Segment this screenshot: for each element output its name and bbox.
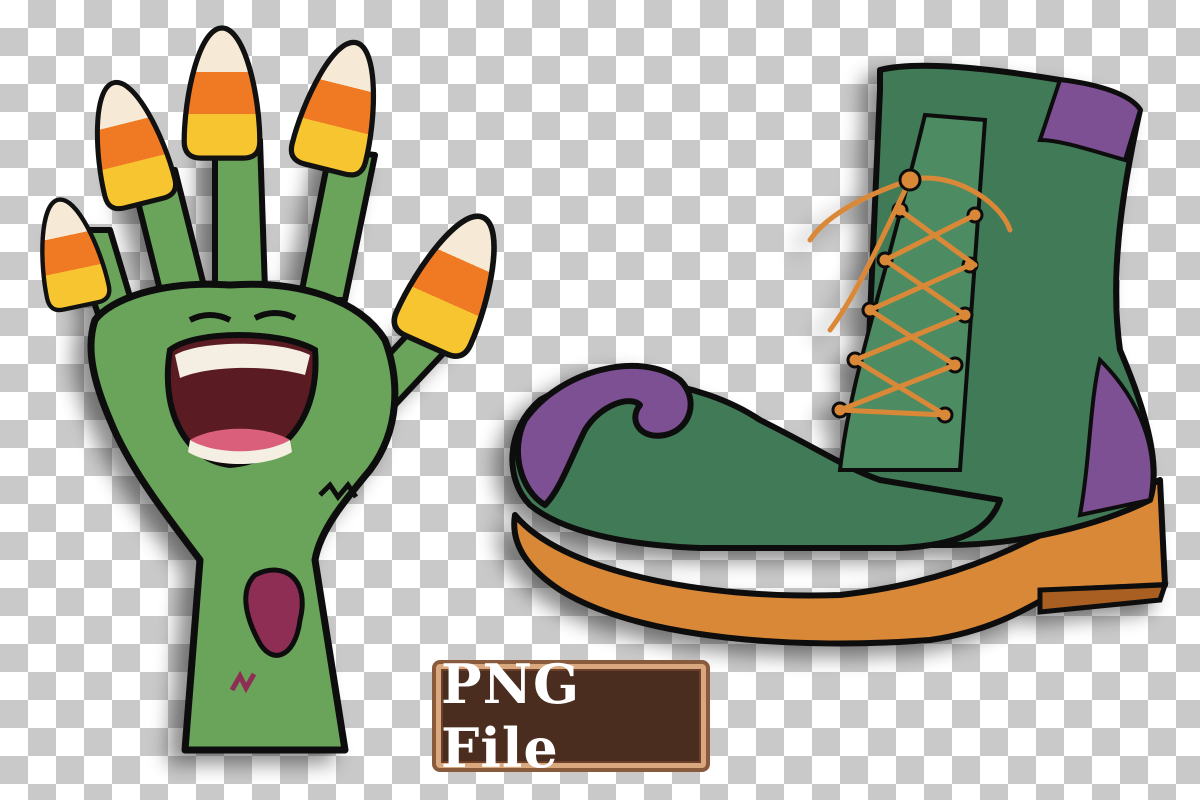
- badge-label: PNG File: [441, 652, 581, 780]
- witch-boot-icon: [509, 62, 1169, 647]
- png-file-badge: PNG File: [436, 652, 706, 780]
- zombie-hand-icon: [67, 137, 473, 754]
